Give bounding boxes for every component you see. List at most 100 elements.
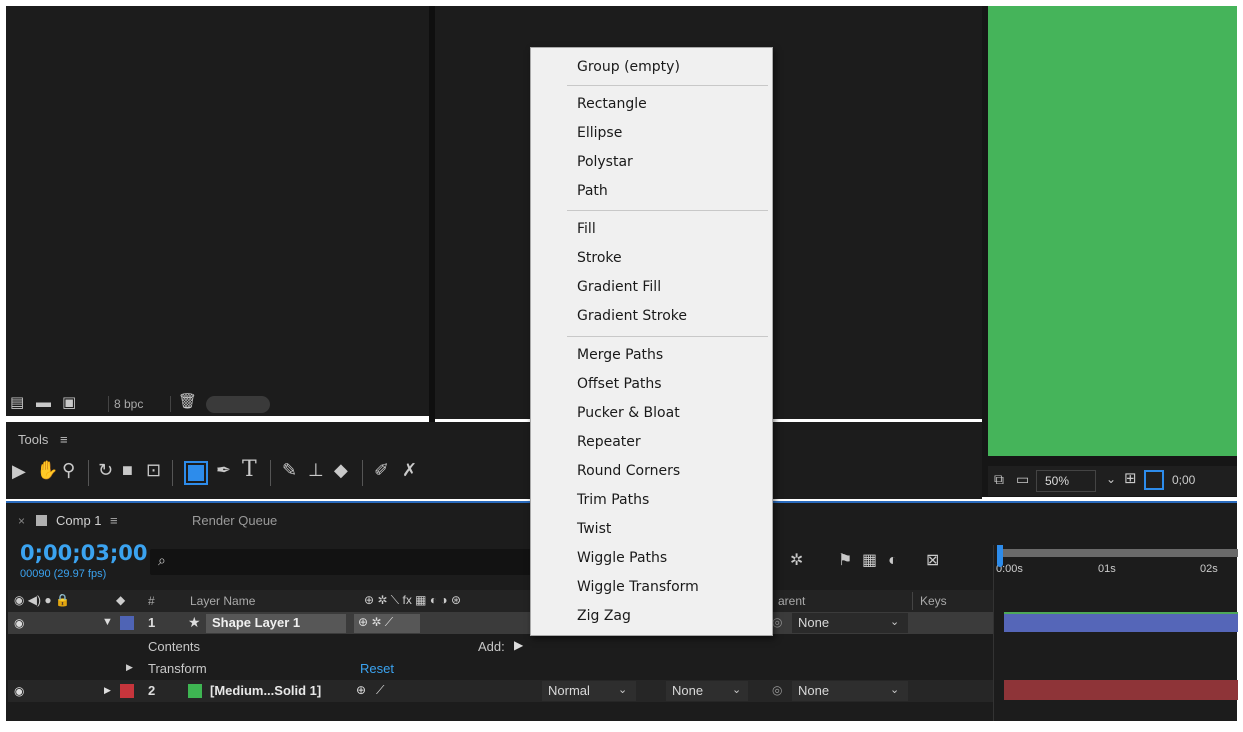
snapshot-icon[interactable]: ⧉ <box>994 472 1004 486</box>
timeline-tabs: × Comp 1 ≡ Render Queue <box>6 503 982 537</box>
layer-name-field[interactable]: Shape Layer 1 <box>206 614 346 633</box>
thumbnail-slider[interactable] <box>206 396 270 413</box>
chevron-down-icon[interactable]: ⌄ <box>732 683 741 696</box>
parent-value: None <box>798 615 830 630</box>
chevron-down-icon[interactable]: ⌄ <box>890 615 899 628</box>
layer-name[interactable]: [Medium...Solid 1] <box>210 683 321 698</box>
hand-tool-icon[interactable]: ✋ <box>36 461 58 479</box>
expand-arrow-icon[interactable]: ▼ <box>102 616 113 628</box>
col-layer-name[interactable]: Layer Name <box>190 594 255 608</box>
layer-name: Shape Layer 1 <box>212 615 301 630</box>
parent-link-icon[interactable]: ◎ <box>772 683 782 697</box>
contents-row[interactable]: Contents Add: ▶ <box>8 635 998 657</box>
layer-row-2[interactable]: ◉ ▶ 2 [Medium...Solid 1] ⊕ ⟋ Normal ⌄ No… <box>8 680 998 702</box>
menu-item-twist[interactable]: Twist <box>577 521 611 537</box>
chevron-down-icon[interactable]: ⌄ <box>1106 473 1116 485</box>
divider <box>172 460 173 486</box>
tab-menu-icon[interactable]: ≡ <box>110 513 118 528</box>
layer-bar-1[interactable] <box>1004 612 1238 632</box>
chevron-down-icon[interactable]: ⌄ <box>890 683 899 696</box>
add-label: Add: <box>478 639 505 654</box>
work-area-bar[interactable] <box>998 549 1238 557</box>
menu-item-fill[interactable]: Fill <box>577 221 596 237</box>
zoom-select[interactable]: 50% <box>1036 470 1096 492</box>
type-tool-icon[interactable]: T <box>242 459 257 481</box>
layer-bar-2[interactable] <box>1004 680 1238 700</box>
brush-tool-icon[interactable]: ✎ <box>282 461 297 479</box>
menu-item-wiggle-paths[interactable]: Wiggle Paths <box>577 550 667 566</box>
monitor-icon[interactable]: ▭ <box>1016 472 1029 486</box>
selection-tool-icon[interactable]: ▶ <box>12 462 26 480</box>
layer-switches[interactable]: ⊕ ⟋ <box>356 683 384 698</box>
layer-row-1[interactable]: ◉ ▼ 1 ★ Shape Layer 1 ⊕ ✲ ⟋ ◎ None ⌄ <box>8 612 998 634</box>
tab-render-queue[interactable]: Render Queue <box>192 513 277 528</box>
chevron-down-icon[interactable]: ⌄ <box>618 683 627 696</box>
viewer-timecode[interactable]: 0;00 <box>1172 473 1195 487</box>
current-time-indicator[interactable] <box>997 545 1003 567</box>
reset-link[interactable]: Reset <box>360 661 394 676</box>
bpc-label[interactable]: 8 bpc <box>114 397 143 411</box>
rectangle-tool-icon[interactable] <box>184 461 208 485</box>
camera-tool-icon[interactable]: ■ <box>122 461 133 479</box>
label-color-swatch[interactable] <box>120 616 134 630</box>
transform-row[interactable]: ▶ Transform Reset <box>8 657 998 679</box>
menu-item-pucker-bloat[interactable]: Pucker & Bloat <box>577 405 680 421</box>
layer-switches[interactable]: ⊕ ✲ ⟋ <box>354 614 420 633</box>
column-header: ◉ ◀) ● 🔒 ◆ # Layer Name ⊕ ✲ ⟍ fx ▦ ◐ ◑ ⊛… <box>8 590 998 612</box>
expand-arrow-icon[interactable]: ▶ <box>126 662 133 673</box>
close-tab-icon[interactable]: × <box>18 514 25 528</box>
menu-item-polystar[interactable]: Polystar <box>577 154 633 170</box>
menu-item-offset-paths[interactable]: Offset Paths <box>577 376 662 392</box>
tab-comp-1[interactable]: Comp 1 <box>56 513 102 528</box>
menu-item-rectangle[interactable]: Rectangle <box>577 96 647 112</box>
draft-3d-icon[interactable]: ✲ <box>790 553 803 569</box>
shy-layers-icon[interactable]: ⚑ <box>838 553 852 569</box>
trash-icon[interactable]: 🗑 <box>178 394 197 409</box>
col-number: # <box>148 594 155 608</box>
menu-item-trim-paths[interactable]: Trim Paths <box>577 492 649 508</box>
pen-tool-icon[interactable]: ✒ <box>216 461 231 479</box>
new-folder-icon[interactable]: ▬ <box>36 395 51 410</box>
divider <box>362 460 363 486</box>
menu-item-wiggle-transform[interactable]: Wiggle Transform <box>577 579 699 595</box>
expand-arrow-icon[interactable]: ▶ <box>104 685 111 696</box>
search-input[interactable]: ⌕ <box>150 549 532 575</box>
timeline-graph: 0:00s 01s 02s <box>993 545 1238 721</box>
grid-icon[interactable]: ⊞ <box>1124 471 1137 486</box>
menu-item-gradient-stroke[interactable]: Gradient Stroke <box>577 308 687 324</box>
menu-item-group-empty[interactable]: Group (empty) <box>577 59 680 75</box>
menu-item-round-corners[interactable]: Round Corners <box>577 463 680 479</box>
add-menu-icon[interactable]: ▶ <box>514 638 523 652</box>
video-toggle-icon[interactable]: ◉ <box>14 616 24 630</box>
menu-item-stroke[interactable]: Stroke <box>577 250 622 266</box>
menu-item-repeater[interactable]: Repeater <box>577 434 641 450</box>
current-time[interactable]: 0;00;03;00 <box>20 541 147 565</box>
graph-editor-icon[interactable]: ⊠ <box>926 553 939 569</box>
frame-blending-icon[interactable]: ▦ <box>862 553 877 569</box>
parent-link-icon[interactable]: ◎ <box>772 615 782 629</box>
menu-item-path[interactable]: Path <box>577 183 608 199</box>
divider <box>170 396 171 412</box>
layer-number: 1 <box>148 615 156 630</box>
roto-brush-tool-icon[interactable]: ✐ <box>374 461 389 479</box>
label-color-swatch[interactable] <box>120 684 134 698</box>
menu-item-merge-paths[interactable]: Merge Paths <box>577 347 663 363</box>
region-of-interest-icon[interactable] <box>1144 470 1164 490</box>
menu-item-ellipse[interactable]: Ellipse <box>577 125 622 141</box>
eraser-tool-icon[interactable]: ◆ <box>334 461 348 479</box>
clone-stamp-tool-icon[interactable]: ⊥ <box>308 461 324 479</box>
zoom-tool-icon[interactable]: ⚲ <box>62 461 75 479</box>
new-composition-icon[interactable]: ▣ <box>62 395 76 410</box>
pan-behind-tool-icon[interactable]: ⊡ <box>146 461 161 479</box>
motion-blur-icon[interactable]: ◐ <box>888 553 898 569</box>
col-parent[interactable]: arent <box>778 594 805 608</box>
menu-item-zig-zag[interactable]: Zig Zag <box>577 608 631 624</box>
comp-color-swatch <box>36 515 47 526</box>
rotate-tool-icon[interactable]: ↻ <box>98 461 113 479</box>
puppet-pin-tool-icon[interactable]: ✗ <box>402 461 417 479</box>
video-toggle-icon[interactable]: ◉ <box>14 684 24 698</box>
interpret-footage-icon[interactable]: ▤ <box>10 395 24 410</box>
menu-item-gradient-fill[interactable]: Gradient Fill <box>577 279 661 295</box>
project-footer: ▤ ▬ ▣ 8 bpc 🗑 <box>6 393 429 416</box>
hamburger-icon[interactable]: ≡ <box>60 432 68 447</box>
